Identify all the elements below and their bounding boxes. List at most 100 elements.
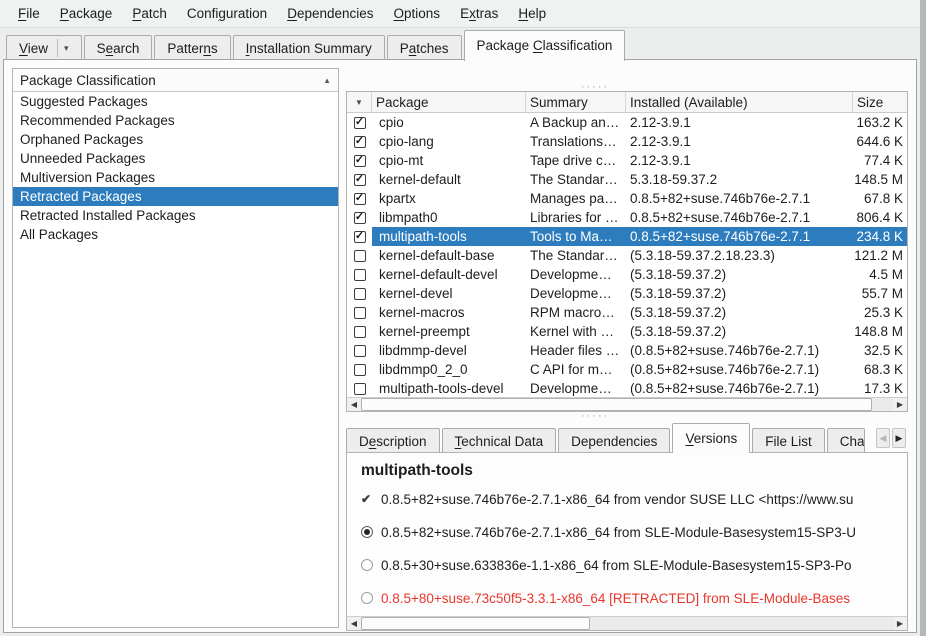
tab-patches[interactable]: Patches <box>387 35 462 60</box>
menu-item-package[interactable]: Package <box>50 2 123 25</box>
table-row[interactable]: libdmmp-develHeader files …(0.8.5+82+sus… <box>347 341 907 360</box>
checkbox-checked-icon[interactable]: ✓ <box>354 136 366 148</box>
menu-item-patch[interactable]: Patch <box>122 2 177 25</box>
checkbox-unchecked-icon[interactable] <box>354 326 366 338</box>
package-installed-version: (0.8.5+82+suse.746b76e-2.7.1) <box>626 341 853 360</box>
scrollbar-thumb[interactable] <box>361 398 872 411</box>
chevron-down-icon[interactable]: ▾ <box>58 43 69 54</box>
menu-item-file[interactable]: File <box>8 2 50 25</box>
table-row[interactable]: kernel-develDevelopme…(5.3.18-59.37.2)55… <box>347 284 907 303</box>
package-size: 4.5 M <box>853 265 907 284</box>
table-row[interactable]: kernel-default-develDevelopme…(5.3.18-59… <box>347 265 907 284</box>
menu-item-configuration[interactable]: Configuration <box>177 2 277 25</box>
table-row[interactable]: ✓kernel-defaultThe Standar…5.3.18-59.37.… <box>347 170 907 189</box>
package-table-hscrollbar[interactable]: ◀ ▶ <box>347 397 907 411</box>
scroll-left-icon[interactable]: ◀ <box>347 398 361 411</box>
sidebar-item-retracted-installed-packages[interactable]: Retracted Installed Packages <box>13 206 338 225</box>
radio-selected-icon[interactable] <box>361 526 373 538</box>
sidebar-item-recommended-packages[interactable]: Recommended Packages <box>13 111 338 130</box>
details-tab-versions[interactable]: Versions <box>672 423 750 453</box>
details-tab-file-list[interactable]: File List <box>752 428 825 453</box>
scroll-left-icon[interactable]: ◀ <box>347 617 361 630</box>
checkbox-checked-icon[interactable]: ✓ <box>354 212 366 224</box>
details-tab-cha[interactable]: Cha <box>827 428 865 453</box>
checkbox-unchecked-icon[interactable] <box>354 307 366 319</box>
radio-unselected-icon[interactable] <box>361 592 373 604</box>
checkbox-unchecked-icon[interactable] <box>354 364 366 376</box>
package-size: 32.5 K <box>853 341 907 360</box>
column-header-package[interactable]: Package <box>372 92 526 112</box>
row-checkbox-cell <box>347 379 372 398</box>
table-row[interactable]: ✓libmpath0Libraries for …0.8.5+82+suse.7… <box>347 208 907 227</box>
checkbox-checked-icon[interactable]: ✓ <box>354 231 366 243</box>
scrollbar-track[interactable] <box>361 398 893 411</box>
sidebar-item-unneeded-packages[interactable]: Unneeded Packages <box>13 149 338 168</box>
sidebar-item-orphaned-packages[interactable]: Orphaned Packages <box>13 130 338 149</box>
scroll-right-icon[interactable]: ▶ <box>893 398 907 411</box>
version-entry[interactable]: 0.8.5+80+suse.73c50f5-3.3.1-x86_64 [RETR… <box>361 588 907 608</box>
menu-item-options[interactable]: Options <box>384 2 451 25</box>
checkbox-unchecked-icon[interactable] <box>354 383 366 395</box>
scrollbar-thumb[interactable] <box>361 617 590 630</box>
tab-scroll-right-icon[interactable]: ▶ <box>892 428 906 448</box>
table-row[interactable]: kernel-default-baseThe Standar…(5.3.18-5… <box>347 246 907 265</box>
package-installed-version: (5.3.18-59.37.2) <box>626 284 853 303</box>
checkbox-column-header[interactable]: ▼ <box>347 92 372 112</box>
menu-item-dependencies[interactable]: Dependencies <box>277 2 383 25</box>
table-row[interactable]: kernel-macrosRPM macro…(5.3.18-59.37.2)2… <box>347 303 907 322</box>
checkbox-unchecked-icon[interactable] <box>354 345 366 357</box>
scrollbar-track[interactable] <box>361 617 893 630</box>
checkbox-unchecked-icon[interactable] <box>354 288 366 300</box>
checkbox-unchecked-icon[interactable] <box>354 269 366 281</box>
checkbox-checked-icon[interactable]: ✓ <box>354 193 366 205</box>
tab-installation-summary[interactable]: Installation Summary <box>233 35 385 60</box>
table-row[interactable]: ✓cpio-mtTape drive c…2.12-3.9.177.4 K <box>347 151 907 170</box>
tab-label: Search <box>97 41 140 56</box>
checkbox-checked-icon[interactable]: ✓ <box>354 117 366 129</box>
versions-hscrollbar[interactable]: ◀ ▶ <box>347 616 907 630</box>
details-tab-dependencies[interactable]: Dependencies <box>558 428 670 453</box>
tab-scroll-left-icon[interactable]: ◀ <box>876 428 890 448</box>
package-summary: Developme… <box>526 379 626 398</box>
checkbox-checked-icon[interactable]: ✓ <box>354 155 366 167</box>
classification-list-header[interactable]: Package Classification ▲ <box>13 69 338 92</box>
sidebar-item-multiversion-packages[interactable]: Multiversion Packages <box>13 168 338 187</box>
scroll-right-icon[interactable]: ▶ <box>893 617 907 630</box>
details-tab-description[interactable]: Description <box>346 428 440 453</box>
version-entry[interactable]: 0.8.5+82+suse.746b76e-2.7.1-x86_64 from … <box>361 522 907 542</box>
tab-label: Patches <box>400 41 449 56</box>
details-tab-technical-data[interactable]: Technical Data <box>442 428 557 453</box>
package-summary: Tools to Ma… <box>526 227 626 246</box>
tab-patterns[interactable]: Patterns <box>154 35 230 60</box>
table-row[interactable]: libdmmp0_2_0C API for m…(0.8.5+82+suse.7… <box>347 360 907 379</box>
checkbox-checked-icon[interactable]: ✓ <box>354 174 366 186</box>
version-entry[interactable]: 0.8.5+30+suse.633836e-1.1-x86_64 from SL… <box>361 555 907 575</box>
tab-package-classification[interactable]: Package Classification <box>464 30 626 61</box>
table-row[interactable]: ✓cpioA Backup an…2.12-3.9.1163.2 K <box>347 113 907 132</box>
package-summary: Developme… <box>526 265 626 284</box>
package-name: kernel-default-base <box>372 246 526 265</box>
table-row[interactable]: ✓multipath-toolsTools to Ma…0.8.5+82+sus… <box>347 227 907 246</box>
version-entry[interactable]: ✔0.8.5+82+suse.746b76e-2.7.1-x86_64 from… <box>361 489 907 509</box>
column-header-installed-available-[interactable]: Installed (Available) <box>626 92 853 112</box>
splitter-handle-top[interactable]: ····· <box>560 84 630 91</box>
table-row[interactable]: kernel-preemptKernel with …(5.3.18-59.37… <box>347 322 907 341</box>
table-row[interactable]: multipath-tools-develDevelopme…(0.8.5+82… <box>347 379 907 398</box>
tab-view[interactable]: View▾ <box>6 35 82 60</box>
version-text: 0.8.5+82+suse.746b76e-2.7.1-x86_64 from … <box>381 492 853 507</box>
table-row[interactable]: ✓kpartxManages pa…0.8.5+82+suse.746b76e-… <box>347 189 907 208</box>
tab-search[interactable]: Search <box>84 35 153 60</box>
sidebar-item-suggested-packages[interactable]: Suggested Packages <box>13 92 338 111</box>
details-tabs: DescriptionTechnical DataDependenciesVer… <box>346 423 874 453</box>
column-header-size[interactable]: Size <box>853 92 907 112</box>
menu-item-help[interactable]: Help <box>508 2 556 25</box>
table-row[interactable]: ✓cpio-langTranslations…2.12-3.9.1644.6 K <box>347 132 907 151</box>
checkbox-unchecked-icon[interactable] <box>354 250 366 262</box>
splitter-handle-bottom[interactable]: ····· <box>560 413 630 420</box>
menu-item-extras[interactable]: Extras <box>450 2 508 25</box>
radio-unselected-icon[interactable] <box>361 559 373 571</box>
package-name: libmpath0 <box>372 208 526 227</box>
column-header-summary[interactable]: Summary <box>526 92 626 112</box>
sidebar-item-all-packages[interactable]: All Packages <box>13 225 338 244</box>
sidebar-item-retracted-packages[interactable]: Retracted Packages <box>13 187 338 206</box>
